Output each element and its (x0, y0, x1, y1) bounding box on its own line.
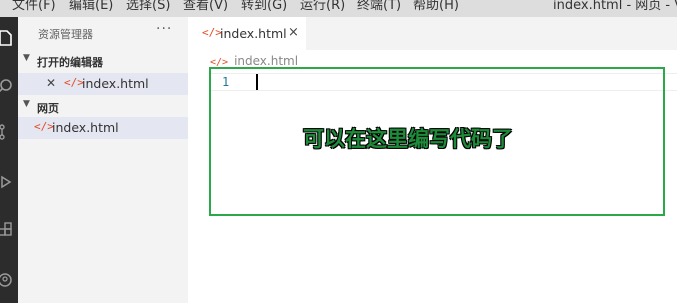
chevron-down-icon: ▼ (23, 53, 30, 63)
breadcrumb[interactable]: </> index.html (210, 54, 298, 68)
menu-selection[interactable]: 选择(S) (126, 0, 170, 13)
annotation-text: 可以在这里编写代码了 (303, 127, 513, 151)
menu-view[interactable]: 查看(V) (183, 0, 228, 13)
menu-help[interactable]: 帮助(H) (413, 0, 459, 13)
more-actions-icon[interactable]: ··· (156, 21, 172, 37)
activity-bar (0, 17, 18, 303)
menu-terminal[interactable]: 终端(T) (357, 0, 401, 13)
files-icon[interactable] (0, 29, 14, 47)
explorer-title: 资源管理器 (38, 28, 93, 41)
workspace-filename: index.html (52, 120, 119, 135)
html-file-icon: </> (34, 120, 54, 133)
extensions-icon[interactable] (0, 221, 14, 239)
menu-edit[interactable]: 编辑(E) (69, 0, 113, 13)
open-editors-label: 打开的编辑器 (37, 56, 103, 69)
window-title: index.html - 网页 - Visu (553, 0, 677, 13)
tab-index-html[interactable]: </> index.html × (188, 17, 306, 50)
open-editors-section[interactable]: ▼ 打开的编辑器 (18, 51, 188, 71)
source-control-icon[interactable] (0, 123, 14, 141)
workspace-label: 网页 (37, 102, 59, 115)
menu-run[interactable]: 运行(R) (300, 0, 345, 13)
close-icon[interactable]: × (288, 25, 299, 40)
menu-bar: 文件(F) 编辑(E) 选择(S) 查看(V) 转到(G) 运行(R) 终端(T… (0, 0, 677, 17)
open-editor-filename: index.html (82, 76, 149, 91)
tab-label: index.html (220, 26, 287, 41)
account-icon[interactable] (0, 271, 14, 289)
close-icon[interactable]: ✕ (46, 76, 56, 90)
explorer-sidebar: 资源管理器 ··· ▼ 打开的编辑器 ✕ </> index.html ▼ 网页… (18, 17, 188, 303)
editor-tab-bar: </> index.html × (188, 17, 677, 50)
search-icon[interactable] (0, 77, 14, 95)
chevron-down-icon: ▼ (23, 99, 30, 109)
open-editor-item[interactable]: ✕ </> index.html (18, 73, 188, 95)
menu-go[interactable]: 转到(G) (241, 0, 287, 13)
menu-file[interactable]: 文件(F) (12, 0, 56, 13)
breadcrumb-filename[interactable]: index.html (234, 54, 298, 68)
run-debug-icon[interactable] (0, 173, 14, 191)
workspace-file-item[interactable]: </> index.html (18, 117, 188, 139)
html-file-icon: </> (202, 26, 222, 39)
workspace-section[interactable]: ▼ 网页 (18, 97, 188, 117)
html-file-icon: </> (64, 76, 84, 89)
